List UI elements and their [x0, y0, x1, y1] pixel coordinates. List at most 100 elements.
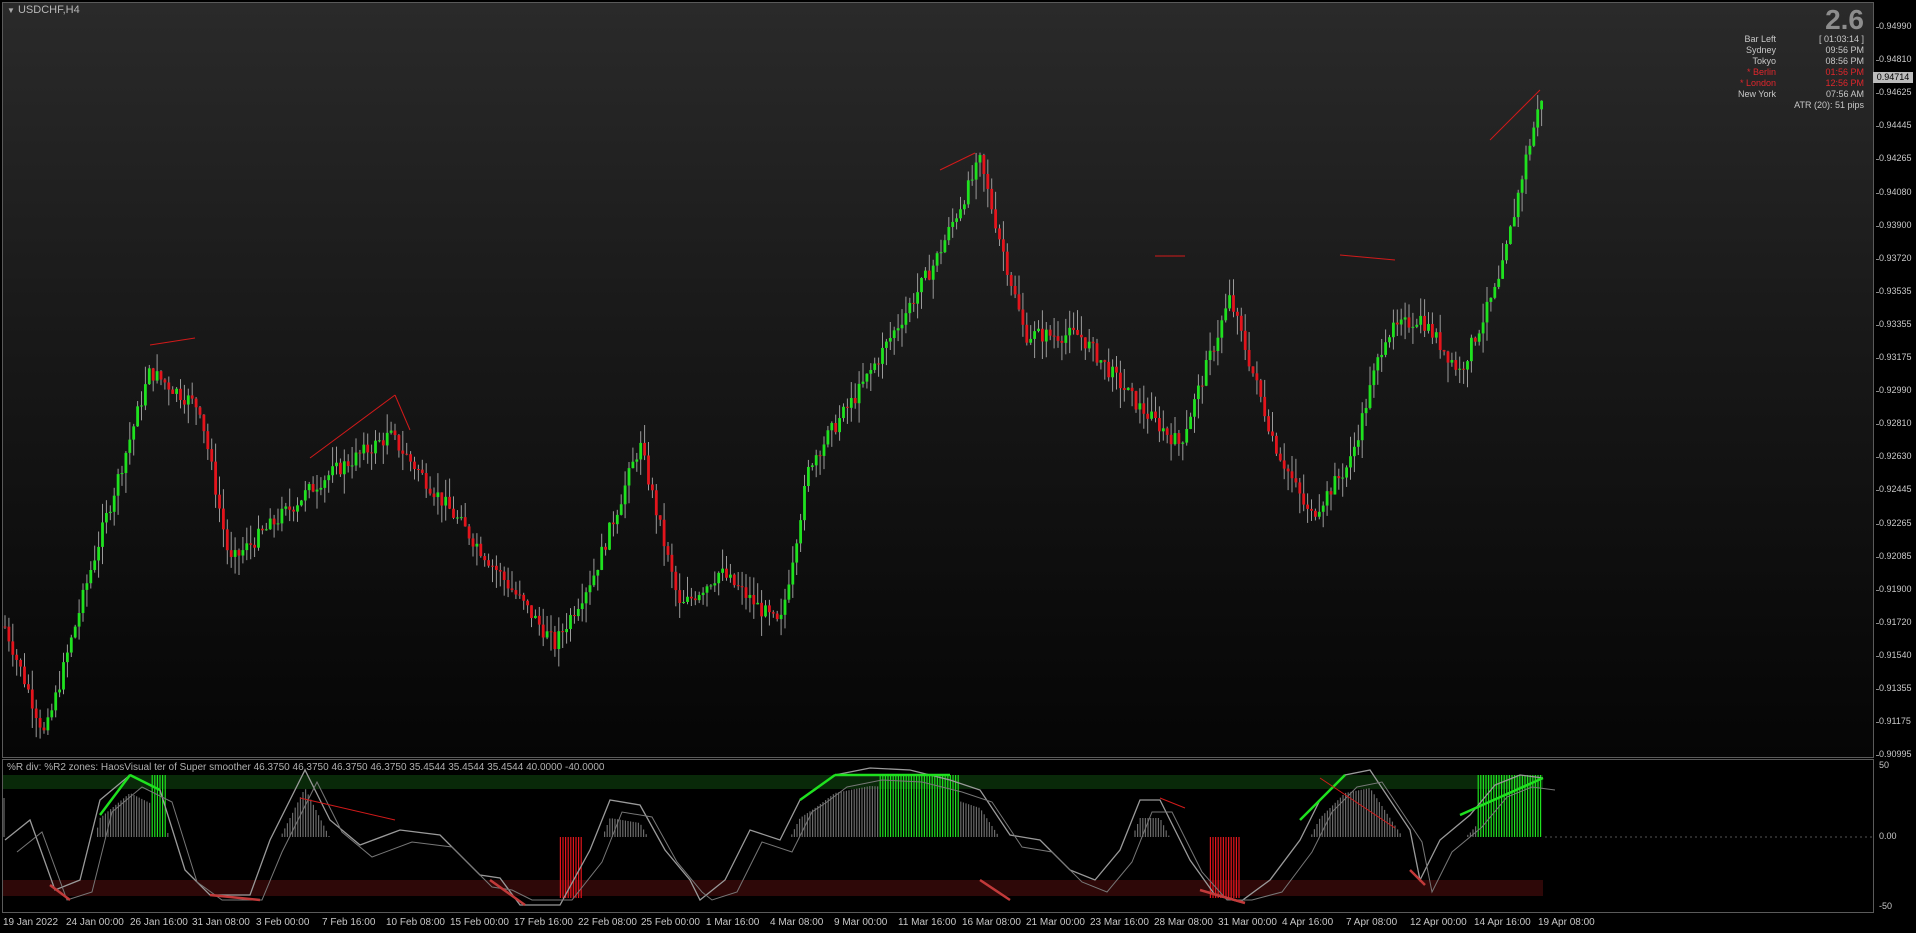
candle-body	[857, 383, 861, 404]
candle-body	[740, 586, 744, 588]
price-tick-label: 0.91900	[1879, 583, 1912, 594]
candle-body	[116, 474, 120, 496]
candle-body	[573, 615, 576, 617]
candle-body	[1212, 350, 1216, 352]
candle-body	[896, 328, 900, 331]
candle-body	[327, 475, 331, 481]
candle-body	[81, 589, 85, 614]
candle-body	[904, 313, 908, 325]
session-label: Tokyo	[1752, 56, 1776, 66]
candle-body	[1411, 326, 1415, 328]
candle-body	[132, 426, 136, 440]
candle-body	[502, 571, 506, 580]
candle-body	[1403, 317, 1407, 320]
candle-body	[11, 641, 15, 655]
candle-body	[311, 484, 315, 492]
candle-body	[335, 462, 338, 467]
time-tick-label: 28 Mar 08:00	[1154, 917, 1213, 928]
candle-body	[50, 710, 54, 718]
candle-body	[1150, 411, 1153, 419]
candle-body	[1528, 145, 1532, 155]
candle-body	[319, 487, 323, 490]
candle-body	[1185, 428, 1189, 443]
candle-body	[1345, 467, 1348, 478]
candle-body	[292, 509, 295, 512]
candle-body	[998, 228, 1001, 240]
candle-body	[1099, 360, 1103, 363]
candle-body	[803, 486, 806, 521]
candle-body	[537, 615, 541, 625]
candle-body	[19, 659, 22, 667]
candle-body	[549, 631, 553, 633]
session-value: 08:56 PM	[1825, 56, 1864, 66]
candle-body	[951, 221, 955, 227]
candle-body	[1048, 329, 1052, 336]
candle-body	[498, 570, 502, 572]
candle-body	[1259, 380, 1263, 397]
chart-title[interactable]: ▼ USDCHF,H4	[7, 4, 80, 16]
candle-body	[561, 631, 565, 633]
candle-body	[580, 603, 584, 610]
candle-body	[405, 453, 409, 455]
candle-body	[795, 543, 799, 563]
chart-window[interactable]: ▼ USDCHF,H4 2.6 Bar Left[ 01:03:14 ] Sydn…	[0, 0, 1916, 933]
candle-body	[775, 613, 779, 620]
candle-body	[1275, 435, 1278, 454]
chart-canvas	[3, 89, 1872, 907]
candle-body	[54, 692, 58, 711]
candle-body	[34, 708, 38, 719]
price-axis[interactable]: 0.94990 0.94810 0.94625 0.94445 0.94265 0.940…	[1876, 0, 1916, 912]
candle-body	[1158, 417, 1161, 432]
candle-body	[214, 461, 217, 495]
candle-body	[27, 684, 30, 690]
candle-body	[826, 430, 830, 445]
candle-body	[787, 584, 791, 600]
time-tick-label: 17 Feb 16:00	[514, 917, 573, 928]
candle-body	[1204, 360, 1208, 386]
candle-body	[810, 465, 814, 467]
candle-body	[1310, 508, 1313, 511]
candle-body	[1407, 317, 1411, 328]
time-tick-label: 19 Apr 08:00	[1538, 917, 1595, 928]
candle-body	[1501, 260, 1504, 279]
candle-body	[721, 568, 724, 573]
candle-body	[183, 400, 186, 405]
candle-body	[756, 602, 760, 605]
candle-body	[1372, 370, 1376, 386]
candle-body	[124, 452, 128, 474]
candle-body	[1080, 334, 1083, 338]
candle-body	[1512, 217, 1516, 227]
candle-body	[1095, 343, 1099, 363]
collapse-triangle-icon[interactable]: ▼	[7, 6, 15, 15]
candle-body	[58, 689, 61, 693]
divergence-line	[939, 152, 976, 171]
price-tick-label: 0.92810	[1879, 418, 1912, 429]
candle-body	[491, 565, 494, 567]
session-label: Bar Left	[1744, 34, 1776, 44]
candle-body	[354, 452, 358, 466]
candle-body	[748, 594, 752, 598]
candle-body	[658, 515, 662, 520]
candle-body	[1169, 434, 1173, 445]
candle-body	[592, 575, 596, 586]
candle-body	[276, 523, 280, 525]
candle-body	[1415, 324, 1419, 327]
candle-body	[1115, 366, 1118, 373]
time-tick-label: 25 Feb 00:00	[641, 917, 700, 928]
candle-body	[1438, 332, 1442, 351]
candle-body	[479, 543, 483, 557]
candle-body	[631, 461, 635, 469]
price-tick-label: 0.91540	[1879, 649, 1912, 660]
candle-body	[307, 484, 311, 491]
time-tick-label: 21 Mar 00:00	[1026, 917, 1085, 928]
candle-body	[136, 406, 139, 427]
candle-body	[23, 666, 26, 685]
candle-body	[1493, 286, 1497, 298]
time-axis[interactable]: 19 Jan 2022 24 Jan 00:00 26 Jan 16:00 31 Ja…	[0, 913, 1916, 933]
candle-body	[1489, 297, 1493, 302]
candle-body	[643, 442, 646, 456]
candle-body	[873, 363, 877, 370]
candle-body	[1540, 100, 1543, 110]
candle-body	[1177, 433, 1181, 444]
candle-body	[1349, 456, 1352, 468]
